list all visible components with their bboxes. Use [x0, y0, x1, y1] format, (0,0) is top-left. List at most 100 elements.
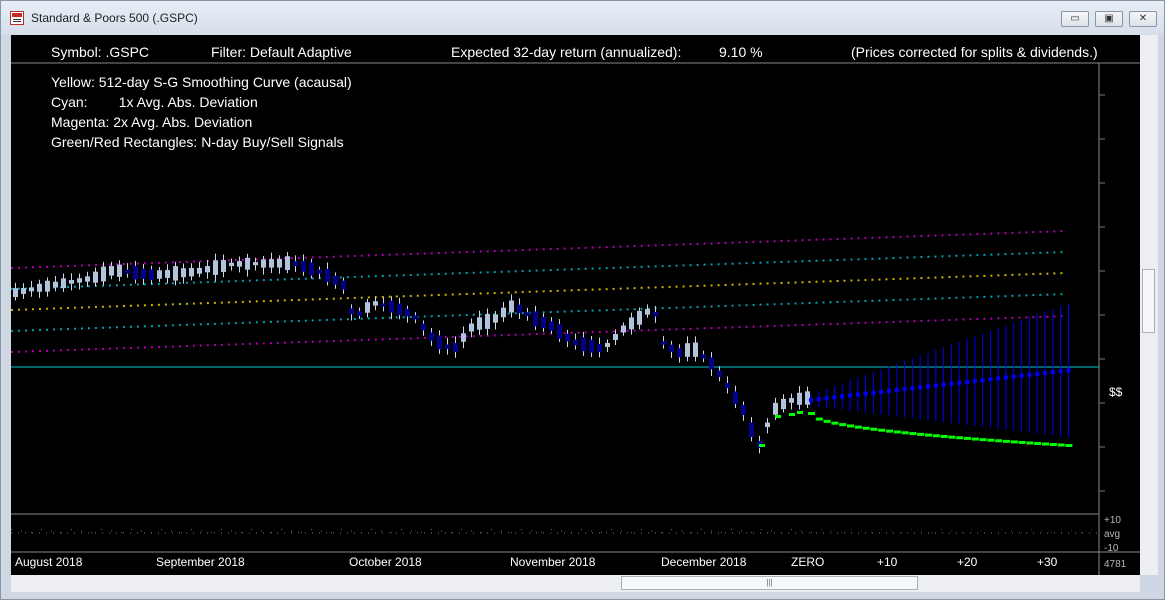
- oscillator-dot: [911, 529, 912, 530]
- close-button[interactable]: ✕: [1129, 11, 1157, 27]
- oscillator-dot: [931, 532, 932, 533]
- candle: [149, 269, 154, 281]
- oscillator-dot: [261, 530, 262, 532]
- buy-signal-marker: [956, 436, 964, 440]
- buy-signal-marker: [979, 438, 987, 442]
- oscillator-dot: [161, 529, 162, 530]
- buy-signal-marker: [797, 411, 803, 414]
- forecast-point: [1019, 373, 1024, 378]
- candle: [197, 267, 202, 274]
- candle: [421, 323, 426, 331]
- candle: [21, 288, 26, 294]
- oscillator-dot: [131, 529, 132, 530]
- candle: [109, 266, 114, 276]
- candle: [205, 266, 210, 273]
- oscillator-dot: [1091, 529, 1092, 530]
- oscillator-dot: [1051, 532, 1052, 533]
- oscillator-dot: [891, 530, 892, 532]
- candle: [301, 260, 306, 272]
- candle: [517, 304, 522, 314]
- oscillator-dot: [771, 530, 772, 532]
- oscillator-dot: [651, 530, 652, 532]
- buy-signal-marker: [886, 429, 893, 433]
- vertical-scrollbar[interactable]: [1140, 35, 1158, 575]
- legend-rectangles: Green/Red Rectangles: N-day Buy/Sell Sig…: [51, 134, 344, 150]
- candle: [789, 398, 794, 403]
- candle: [213, 260, 218, 275]
- candle: [157, 270, 162, 279]
- oscillator-dot: [421, 532, 422, 533]
- candle: [733, 391, 738, 404]
- oscillator-dot: [591, 530, 592, 532]
- minimize-button[interactable]: ▭: [1061, 11, 1089, 27]
- window-title: Standard & Poors 500 (.GSPC): [31, 11, 198, 25]
- candle: [549, 321, 554, 331]
- candle: [677, 348, 682, 358]
- horizontal-scroll-thumb[interactable]: |||: [621, 576, 918, 590]
- candle: [277, 258, 282, 268]
- x-label-august: August 2018: [15, 555, 83, 569]
- filter-label: Filter: Default Adaptive: [211, 44, 352, 60]
- oscillator-dot: [831, 530, 832, 532]
- oscillator-dot: [881, 529, 882, 530]
- forecast-point: [988, 377, 993, 382]
- candle: [13, 288, 18, 298]
- oscillator-dot: [921, 530, 922, 532]
- oscillator-dot: [441, 530, 442, 532]
- oscillator-dot: [601, 532, 602, 533]
- candle: [685, 343, 690, 357]
- candle: [237, 261, 242, 267]
- price-chart[interactable]: Symbol: .GSPC Filter: Default Adaptive E…: [11, 35, 1140, 575]
- candle: [85, 276, 90, 282]
- candle: [221, 260, 226, 272]
- oscillator-dot: [291, 530, 292, 532]
- oscillator-dot: [1081, 532, 1082, 533]
- candle: [717, 370, 722, 377]
- vertical-scroll-thumb[interactable]: [1142, 269, 1155, 333]
- oscillator-dot: [811, 532, 812, 533]
- forecast-point: [926, 384, 930, 389]
- oscillator-dot: [631, 532, 632, 533]
- buy-signal-marker: [775, 415, 781, 418]
- forecast-point: [957, 380, 962, 385]
- app-window: Standard & Poors 500 (.GSPC) ▭ ▣ ✕ Symbo…: [0, 0, 1165, 600]
- candle: [797, 392, 802, 405]
- title-bar[interactable]: Standard & Poors 500 (.GSPC) ▭ ▣ ✕: [1, 1, 1164, 35]
- oscillator-dot: [1011, 530, 1012, 532]
- candle: [325, 268, 330, 282]
- candle: [701, 354, 706, 359]
- candle: [349, 308, 354, 315]
- candle: [45, 280, 50, 292]
- oscillator-dot: [871, 532, 872, 533]
- buy-signal-marker: [1026, 441, 1034, 445]
- candle: [533, 311, 538, 327]
- candle: [653, 311, 658, 317]
- forecast-point: [887, 389, 891, 393]
- oscillator-dot: [1041, 530, 1042, 532]
- oscillator-dot: [371, 529, 372, 530]
- buy-signal-marker: [909, 432, 917, 436]
- buy-signal-marker: [823, 419, 831, 423]
- candle: [749, 422, 754, 438]
- buy-signal-marker: [917, 432, 925, 436]
- buy-signal-marker: [925, 433, 932, 437]
- forecast-point: [871, 390, 876, 395]
- oscillator-dot: [941, 529, 942, 530]
- horizontal-scrollbar[interactable]: |||: [11, 575, 1140, 592]
- forecast-point: [949, 381, 954, 386]
- candle: [725, 383, 730, 388]
- oscillator-dot: [801, 530, 802, 532]
- candle: [445, 344, 450, 349]
- oscillator-dot: [31, 532, 32, 533]
- oscillator-dot: [81, 530, 82, 532]
- oscillator-dot: [431, 529, 432, 530]
- buy-signal-marker: [789, 413, 795, 416]
- candle: [781, 398, 786, 410]
- buy-signal-marker: [815, 417, 823, 421]
- candle: [165, 269, 170, 278]
- buy-signal-marker: [901, 431, 909, 435]
- oscillator-dot: [991, 532, 992, 533]
- oscillator-dot: [971, 529, 972, 530]
- oscillator-dot: [181, 532, 182, 533]
- restore-button[interactable]: ▣: [1095, 11, 1123, 27]
